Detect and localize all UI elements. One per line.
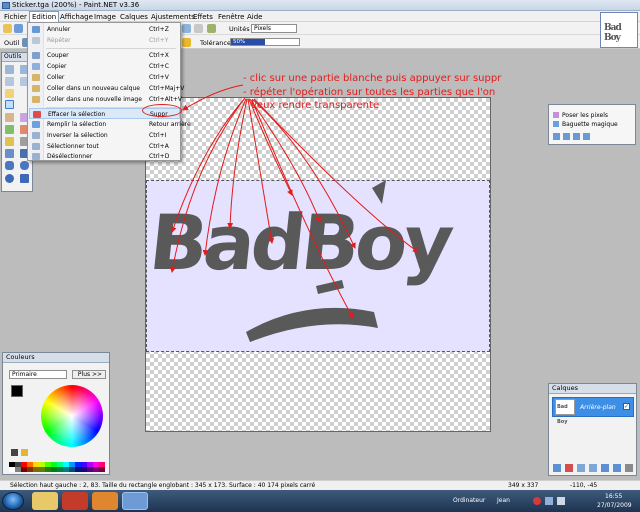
clock-date[interactable]: 27/07/2009 xyxy=(597,502,632,509)
pixels-icon xyxy=(553,112,559,118)
history-item[interactable]: Baguette magique xyxy=(553,121,618,128)
cursor-position: -110, -45 xyxy=(570,482,598,489)
layers-window: Calques Bad Boy Arrière-plan ✓ xyxy=(548,383,637,476)
layers-window-title: Calques xyxy=(549,384,636,394)
history-item[interactable]: Poser les pixels xyxy=(553,112,608,119)
layer-name: Arrière-plan xyxy=(580,404,616,411)
color-palette[interactable] xyxy=(9,462,105,472)
duplicate-layer-icon[interactable] xyxy=(577,464,585,472)
status-bar: Sélection haut gauche : 2, 83. Taille du… xyxy=(0,480,640,490)
start-button-icon[interactable] xyxy=(2,492,24,510)
image-size: 349 x 337 xyxy=(508,482,539,489)
layer-visibility-checkbox[interactable]: ✓ xyxy=(623,403,630,410)
media-player-taskbar-icon[interactable] xyxy=(62,492,88,510)
tray-computer[interactable]: Ordinateur xyxy=(453,497,485,504)
history-first-icon[interactable] xyxy=(553,133,560,140)
palette-swatch[interactable] xyxy=(99,467,105,472)
merge-layer-icon[interactable] xyxy=(589,464,597,472)
tray-user[interactable]: Jean xyxy=(497,497,510,504)
paintnet-taskbar-icon[interactable] xyxy=(122,492,148,510)
clock-time[interactable]: 16:55 xyxy=(605,493,622,500)
history-item-label: Baguette magique xyxy=(562,121,618,128)
firefox-taskbar-icon[interactable] xyxy=(92,492,118,510)
layer-thumbnail: Bad Boy xyxy=(555,399,575,425)
move-layer-up-icon[interactable] xyxy=(601,464,609,472)
taskbar: Ordinateur Jean 16:55 27/07/2009 xyxy=(0,490,640,512)
magic-wand-icon xyxy=(553,121,559,127)
color-wheel[interactable] xyxy=(41,385,103,447)
history-last-icon[interactable] xyxy=(583,133,590,140)
move-layer-down-icon[interactable] xyxy=(613,464,621,472)
more-colors-button[interactable]: Plus >> xyxy=(72,370,106,379)
network-icon[interactable] xyxy=(545,497,553,505)
security-icon[interactable] xyxy=(533,497,541,505)
redo-icon[interactable] xyxy=(573,133,580,140)
delete-layer-icon[interactable] xyxy=(565,464,573,472)
add-layer-icon[interactable] xyxy=(553,464,561,472)
volume-icon[interactable] xyxy=(557,497,565,505)
palette-icon[interactable] xyxy=(21,449,28,456)
undo-icon[interactable] xyxy=(563,133,570,140)
primary-color-swatch[interactable] xyxy=(11,385,23,397)
colors-window-title: Couleurs xyxy=(3,353,109,363)
selection-info: Sélection haut gauche : 2, 83. Taille du… xyxy=(10,482,316,489)
color-mode-select[interactable]: Primaire xyxy=(9,370,67,379)
colors-window: Couleurs Primaire Plus >> xyxy=(2,352,110,475)
history-window: Poser les pixels Baguette magique xyxy=(548,104,636,145)
reset-colors-icon[interactable] xyxy=(11,449,18,456)
layer-item[interactable]: Bad Boy Arrière-plan ✓ xyxy=(552,397,634,425)
explorer-taskbar-icon[interactable] xyxy=(32,492,58,510)
layer-properties-icon[interactable] xyxy=(625,464,633,472)
history-item-label: Poser les pixels xyxy=(562,112,608,119)
